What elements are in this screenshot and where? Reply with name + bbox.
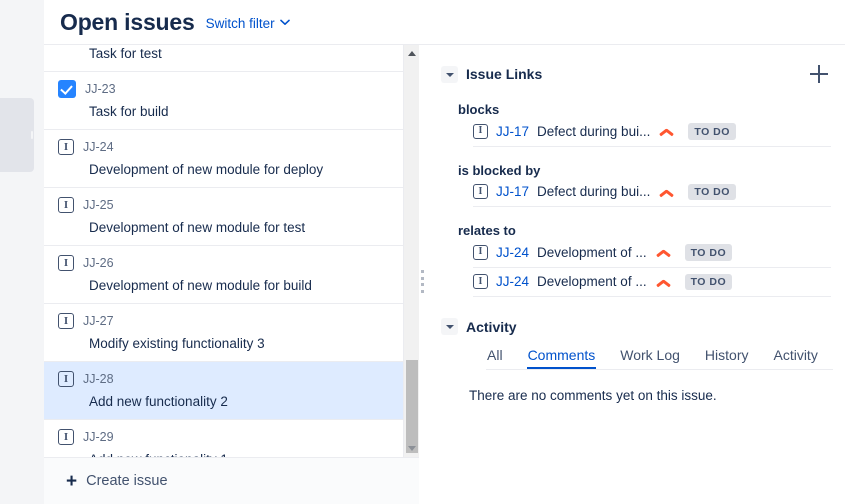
linked-issue-summary: Defect during bui... [537,123,651,139]
add-link-button[interactable] [807,62,831,86]
issue-link-row[interactable]: I JJ-17 Defect during bui... TO DO [473,178,831,207]
issue-list-item[interactable]: JJ-23 Task for build [44,72,403,130]
activity-tab-activity[interactable]: Activity [772,345,818,369]
issue-link-row[interactable]: I JJ-24 Development of ... TO DO [473,238,831,268]
issue-list-item[interactable]: I JJ-27 Modify existing functionality 3 [44,304,403,362]
status-badge[interactable]: TO DO [684,273,733,290]
chevron-down-icon [279,19,290,29]
activity-tab-history[interactable]: History [704,345,750,369]
issue-links-title: Issue Links [466,66,543,82]
issue-links-disclosure-icon[interactable] [441,65,458,83]
priority-high-icon [660,185,674,199]
issue-summary: Task for test [89,46,162,61]
issue-list-item[interactable]: I JJ-28 Add new functionality 2 [44,362,403,420]
issue-key[interactable]: JJ-26 [83,256,114,270]
issue-links-groups: blocks I JJ-17 Defect during bui... TO DO is … [441,102,831,297]
activity-empty-message: There are no comments yet on this issue. [469,388,717,403]
issue-summary: Add new functionality 2 [89,394,228,409]
issue-list-item[interactable]: IJJ-29Add new functionality 1 [44,420,403,457]
activity-tabs: All Comments Work Log History Activity [486,345,833,370]
linked-issue-summary: Defect during bui... [537,184,651,200]
task-type-icon: I [58,313,74,329]
page-title: Open issues [60,8,195,35]
activity-title: Activity [466,318,517,335]
rail-grip [31,131,33,139]
issue-list-item[interactable]: I JJ-25 Development of new module for test [44,188,403,246]
task-type-icon: I [58,139,74,155]
linked-issue-key[interactable]: JJ-24 [496,274,529,289]
left-rail [0,0,44,504]
switch-filter-button[interactable]: Switch filter [206,13,290,31]
issue-list-column: Task for test JJ-23 Task for build I JJ-24 De… [44,45,419,504]
task-type-icon: I [58,429,74,445]
link-group-label: relates to [458,223,516,238]
priority-high-icon [657,245,671,259]
page-header: Open issues Switch filter [44,0,845,45]
plus-icon: + [66,470,78,492]
issue-summary: Development of new module for deploy [89,162,324,177]
issue-key[interactable]: JJ-28 [83,372,114,386]
collapsed-panel-handle[interactable] [0,98,34,172]
issue-checkbox[interactable] [58,80,76,98]
issue-list[interactable]: Task for test JJ-23 Task for build I JJ-24 De… [44,45,403,457]
priority-high-icon [657,275,671,289]
status-badge[interactable]: TO DO [684,244,733,261]
task-type-icon: I [58,371,74,387]
activity-tab-comments[interactable]: Comments [526,345,597,369]
app-root: Open issues Switch filter Task for test J… [0,0,845,504]
create-issue-label: Create issue [86,473,168,489]
issue-link-row[interactable]: I JJ-24 Development of ... TO DO [473,268,831,297]
task-type-icon: I [473,244,488,260]
issue-summary: Modify existing functionality 3 [89,336,265,351]
activity-header: Activity [441,318,831,335]
scroll-down-arrow[interactable] [404,440,420,457]
issue-key[interactable]: JJ-29 [83,430,114,444]
issue-list-item[interactable]: I JJ-24 Development of new module for depl… [44,130,403,188]
issue-summary: Development of new module for test [89,220,306,235]
link-group-label: is blocked by [458,162,541,178]
task-type-icon: I [58,197,74,213]
issue-key[interactable]: JJ-25 [83,198,114,212]
linked-issue-key[interactable]: JJ-17 [496,184,529,199]
issue-key[interactable]: JJ-23 [85,82,116,96]
column-resize-handle[interactable] [421,270,424,293]
activity-tab-work-log[interactable]: Work Log [619,345,681,369]
task-type-icon: I [473,274,488,290]
issue-detail-panel: Issue Links blocks I JJ-17 Defect during bu… [431,45,845,504]
issue-summary: Task for build [89,104,169,119]
issue-key[interactable]: JJ-24 [83,140,114,154]
status-badge[interactable]: TO DO [688,123,736,140]
create-issue-button[interactable]: + Create issue [44,457,419,504]
task-type-icon: I [473,123,488,139]
linked-issue-summary: Development of ... [537,244,647,260]
linked-issue-key[interactable]: JJ-17 [496,124,529,139]
status-badge[interactable]: TO DO [688,183,736,200]
issue-summary: Development of new module for build [89,278,312,293]
issue-list-item[interactable]: Task for test [44,45,403,72]
issue-list-item[interactable]: I JJ-26 Development of new module for buil… [44,246,403,304]
link-group-label: blocks [458,102,500,117]
switch-filter-label: Switch filter [205,16,275,31]
issue-list-scrollbar[interactable] [403,45,419,457]
issue-links-header: Issue Links [441,62,831,86]
task-type-icon: I [473,184,488,200]
priority-high-icon [660,124,674,138]
linked-issue-summary: Development of ... [537,274,647,290]
task-type-icon: I [58,255,74,271]
activity-disclosure-icon[interactable] [441,318,458,335]
issue-link-row[interactable]: I JJ-17 Defect during bui... TO DO [473,117,831,147]
linked-issue-key[interactable]: JJ-24 [496,245,529,260]
issue-key[interactable]: JJ-27 [83,314,114,328]
activity-tab-all[interactable]: All [486,345,504,369]
scroll-up-arrow[interactable] [404,45,420,62]
